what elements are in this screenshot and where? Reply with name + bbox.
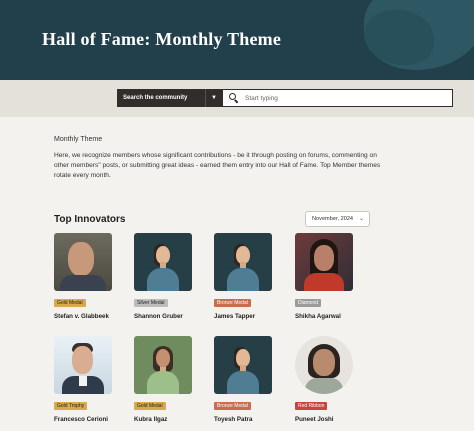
member-card[interactable]: Silver Medal Shannon Gruber <box>134 233 214 320</box>
member-badge: Red Ribbon <box>295 402 328 410</box>
community-search: Search the community ▼ <box>117 89 453 107</box>
member-name[interactable]: James Tapper <box>214 313 294 320</box>
member-photo[interactable] <box>295 336 353 394</box>
chevron-down-icon[interactable]: ▼ <box>205 89 222 107</box>
member-badge: Gold Medal <box>54 299 86 307</box>
member-photo[interactable] <box>54 233 112 291</box>
member-photo[interactable] <box>295 233 353 291</box>
intro-text: Here, we recognize members whose signifi… <box>54 152 381 180</box>
member-card[interactable]: Gold Trophy Francesco Cerioni <box>54 336 134 423</box>
member-card[interactable]: Bronze Medal Toyesh Patra <box>214 336 294 423</box>
member-badge: Gold Trophy <box>54 402 88 410</box>
member-avatar-placeholder[interactable] <box>214 233 272 291</box>
member-name[interactable]: Francesco Cerioni <box>54 416 134 423</box>
search-icon <box>229 93 239 104</box>
member-badge: Silver Medal <box>134 299 168 307</box>
page-title: Hall of Fame: Monthly Theme <box>42 29 282 49</box>
member-card[interactable]: Gold Medal Stefan v. Glabbeek <box>54 233 134 320</box>
member-avatar-placeholder[interactable] <box>214 336 272 394</box>
member-card[interactable]: Red Ribbon Puneet Joshi <box>295 336 375 423</box>
member-name[interactable]: Puneet Joshi <box>295 416 375 423</box>
member-name[interactable]: Shikha Agarwal <box>295 313 375 320</box>
member-badge: Diamond <box>295 299 322 307</box>
month-select-value: November, 2024 <box>312 216 354 222</box>
member-avatar-placeholder[interactable] <box>134 336 192 394</box>
list-title: Top Innovators <box>54 214 126 225</box>
member-card[interactable]: Gold Medal Kubra Ilgaz <box>134 336 214 423</box>
member-badge: Gold Medal <box>134 402 166 410</box>
member-card[interactable]: Diamond Shikha Agarwal <box>295 233 375 320</box>
member-name[interactable]: Toyesh Patra <box>214 416 294 423</box>
member-badge: Bronze Medal <box>214 402 251 410</box>
search-field[interactable] <box>222 89 453 107</box>
member-name[interactable]: Kubra Ilgaz <box>134 416 214 423</box>
member-badge: Bronze Medal <box>214 299 251 307</box>
member-name[interactable]: Shannon Gruber <box>134 313 214 320</box>
member-card[interactable]: Bronze Medal James Tapper <box>214 233 294 320</box>
decorative-shape <box>364 10 434 65</box>
member-name[interactable]: Stefan v. Glabbeek <box>54 313 134 320</box>
search-input[interactable] <box>245 94 445 102</box>
chevron-down-icon: ⌄ <box>358 216 364 222</box>
member-avatar-placeholder[interactable] <box>134 233 192 291</box>
search-scope-button[interactable]: Search the community <box>117 89 205 107</box>
section-label: Monthly Theme <box>54 136 103 143</box>
month-select[interactable]: November, 2024 ⌄ <box>305 211 370 227</box>
member-photo[interactable] <box>54 336 112 394</box>
hero-banner: Hall of Fame: Monthly Theme <box>0 0 474 80</box>
